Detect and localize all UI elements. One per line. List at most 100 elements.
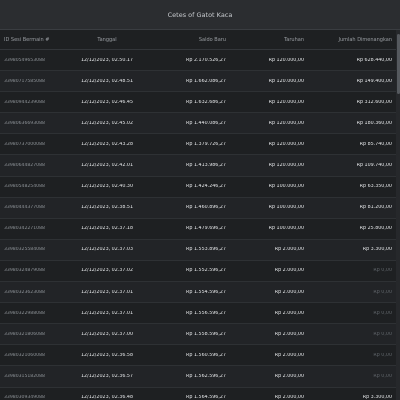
cell-taruhan: Rp 2.000,00 (274, 268, 304, 274)
column-header-tanggal: Tanggal (97, 36, 117, 43)
cell-saldo: Rp 1.554.596,27 (186, 289, 226, 295)
table-row[interactable]: 33980549653088 12/12/2023, 02.50.17 Rp 2.1… (0, 50, 396, 72)
cell-taruhan: Rp 2.000,00 (274, 289, 304, 295)
cell-session-id: 33980315182088 (4, 373, 45, 379)
cell-tanggal: 12/12/2023, 02.37.01 (80, 289, 134, 295)
cell-taruhan: Rp 2.000,00 (274, 310, 304, 316)
table-row[interactable]: 33980315182088 12/12/2023, 02.36.57 Rp 1.5… (0, 366, 396, 388)
table-row[interactable]: 33980324879088 12/12/2023, 02.37.02 Rp 1.5… (0, 261, 396, 283)
cell-saldo: Rp 1.479.696,27 (186, 226, 226, 232)
cell-saldo: Rp 1.562.596,27 (186, 373, 226, 379)
cell-jumlah: Rp 25.800,00 (359, 226, 392, 232)
cell-tanggal: 12/12/2023, 02.37.18 (80, 226, 134, 232)
vertical-scrollbar[interactable] (396, 30, 400, 400)
cell-tanggal: 12/12/2023, 02.36.48 (80, 395, 134, 400)
cell-jumlah: Rp 3.300,00 (362, 395, 392, 400)
cell-session-id: 33980548254088 (4, 184, 45, 190)
cell-tanggal: 12/12/2023, 02.36.58 (80, 352, 134, 358)
cell-tanggal: 12/12/2023, 02.50.17 (80, 57, 134, 63)
table-row[interactable]: 33980548254088 12/12/2023, 02.40.30 Rp 1.4… (0, 177, 396, 198)
table-row[interactable]: 33980737000088 12/12/2023, 02.43.28 Rp 1.3… (0, 134, 396, 156)
table-row[interactable]: 33980322988088 12/12/2023, 02.37.01 Rp 1.5… (0, 303, 396, 325)
cell-saldo: Rp 1.460.896,27 (186, 205, 226, 211)
cell-taruhan: Rp 120.000,00 (268, 99, 304, 105)
cell-session-id: 33980342271088 (4, 226, 45, 232)
cell-session-id: 33980636693088 (4, 120, 45, 126)
cell-taruhan: Rp 120.000,00 (268, 120, 304, 126)
table-row[interactable]: 33980321806088 12/12/2023, 02.37.00 Rp 1.5… (0, 324, 396, 346)
cell-jumlah: Rp 0,00 (373, 268, 392, 274)
cell-session-id: 33980944239088 (4, 99, 45, 105)
cell-saldo: Rp 1.552.596,27 (186, 268, 226, 274)
table-row[interactable]: 33980321060088 12/12/2023, 02.36.58 Rp 1.5… (0, 345, 396, 367)
cell-jumlah: Rp 0,00 (373, 352, 392, 358)
cell-taruhan: Rp 100.000,00 (268, 205, 304, 211)
cell-saldo: Rp 1.379.726,27 (186, 141, 226, 147)
table-header: ID Sesi Bermain # Tanggal Saldo Baru Tar… (0, 30, 396, 50)
cell-session-id: 33980324879088 (4, 268, 45, 274)
cell-session-id: 33980325584088 (4, 247, 45, 253)
cell-tanggal: 12/12/2023, 02.37.03 (80, 247, 134, 253)
cell-saldo: Rp 1.413.986,27 (186, 163, 226, 169)
table-row[interactable]: 33980636693088 12/12/2023, 02.45.02 Rp 1.4… (0, 113, 396, 135)
cell-tanggal: 12/12/2023, 02.37.00 (80, 331, 134, 337)
scrollbar-thumb[interactable] (396, 34, 400, 94)
cell-session-id: 33980309349088 (4, 395, 45, 400)
cell-jumlah: Rp 312.600,00 (356, 99, 392, 105)
cell-session-id: 33980549653088 (4, 57, 45, 63)
cell-taruhan: Rp 120.000,00 (268, 78, 304, 84)
cell-saldo: Rp 1.553.896,27 (186, 247, 226, 253)
cell-session-id: 33980321060088 (4, 352, 45, 358)
cell-tanggal: 12/12/2023, 02.37.01 (80, 310, 134, 316)
cell-taruhan: Rp 2.000,00 (274, 352, 304, 358)
cell-jumlah: Rp 109.740,00 (356, 163, 392, 169)
title-bar: Cetes of Gatot Kaca (0, 0, 400, 30)
table-body: 33980549653088 12/12/2023, 02.50.17 Rp 2.1… (0, 50, 396, 400)
cell-tanggal: 12/12/2023, 02.48.51 (80, 78, 134, 84)
table-row[interactable]: 33980444377088 12/12/2023, 02.38.51 Rp 1.4… (0, 197, 396, 219)
cell-taruhan: Rp 2.000,00 (274, 373, 304, 379)
cell-session-id: 33980717585088 (4, 78, 45, 84)
cell-taruhan: Rp 100.000,00 (268, 226, 304, 232)
table-row[interactable]: 33980944239088 12/12/2023, 02.46.45 Rp 1.6… (0, 92, 396, 114)
column-header-jumlah: Jumlah Dimenangkan (338, 36, 392, 43)
cell-tanggal: 12/12/2023, 02.38.51 (80, 205, 134, 211)
table-row[interactable]: 33980325584088 12/12/2023, 02.37.03 Rp 1.5… (0, 239, 396, 261)
cell-taruhan: Rp 2.000,00 (274, 247, 304, 253)
cell-taruhan: Rp 120.000,00 (268, 163, 304, 169)
cell-saldo: Rp 1.558.596,27 (186, 331, 226, 337)
cell-taruhan: Rp 100.000,00 (268, 184, 304, 190)
cell-jumlah: Rp 628.440,00 (356, 57, 392, 63)
game-history-window: Cetes of Gatot Kaca ID Sesi Bermain # Ta… (0, 0, 400, 400)
cell-saldo: Rp 1.662.086,27 (186, 78, 226, 84)
cell-saldo: Rp 2.170.526,27 (186, 57, 226, 63)
cell-session-id: 33980737000088 (4, 141, 45, 147)
cell-jumlah: Rp 63.350,00 (359, 184, 392, 190)
cell-jumlah: Rp 3.300,00 (362, 247, 392, 253)
cell-tanggal: 12/12/2023, 02.45.02 (80, 120, 134, 126)
cell-saldo: Rp 1.564.596,27 (186, 395, 226, 400)
table-row[interactable]: 33980309349088 12/12/2023, 02.36.48 Rp 1.5… (0, 388, 396, 400)
cell-jumlah: Rp 0,00 (373, 373, 392, 379)
window-title: Cetes of Gatot Kaca (167, 10, 233, 19)
column-header-saldo: Saldo Baru (198, 36, 226, 43)
cell-saldo: Rp 1.424.246,27 (186, 184, 226, 190)
column-header-taruhan: Taruhan (284, 36, 304, 43)
cell-taruhan: Rp 2.000,00 (274, 395, 304, 400)
table-row[interactable]: 33980717585088 12/12/2023, 02.48.51 Rp 1.6… (0, 71, 396, 93)
table-row[interactable]: 33980323623088 12/12/2023, 02.37.01 Rp 1.5… (0, 282, 396, 304)
cell-session-id: 33980323623088 (4, 289, 45, 295)
cell-jumlah: Rp 85.740,00 (359, 141, 392, 147)
table-row[interactable]: 33980342271088 12/12/2023, 02.37.18 Rp 1.4… (0, 219, 396, 240)
column-header-id: ID Sesi Bermain # (4, 36, 50, 43)
cell-saldo: Rp 1.440.086,27 (186, 120, 226, 126)
cell-saldo: Rp 1.632.686,27 (186, 99, 226, 105)
table-row[interactable]: 33980644827088 12/12/2023, 02.42.01 Rp 1.4… (0, 155, 396, 177)
cell-tanggal: 12/12/2023, 02.43.28 (80, 141, 134, 147)
cell-jumlah: Rp 81.200,00 (359, 205, 392, 211)
cell-tanggal: 12/12/2023, 02.42.01 (80, 163, 134, 169)
cell-taruhan: Rp 120.000,00 (268, 57, 304, 63)
cell-session-id: 33980444377088 (4, 205, 45, 211)
cell-tanggal: 12/12/2023, 02.37.02 (80, 268, 134, 274)
cell-jumlah: Rp 0,00 (373, 331, 392, 337)
